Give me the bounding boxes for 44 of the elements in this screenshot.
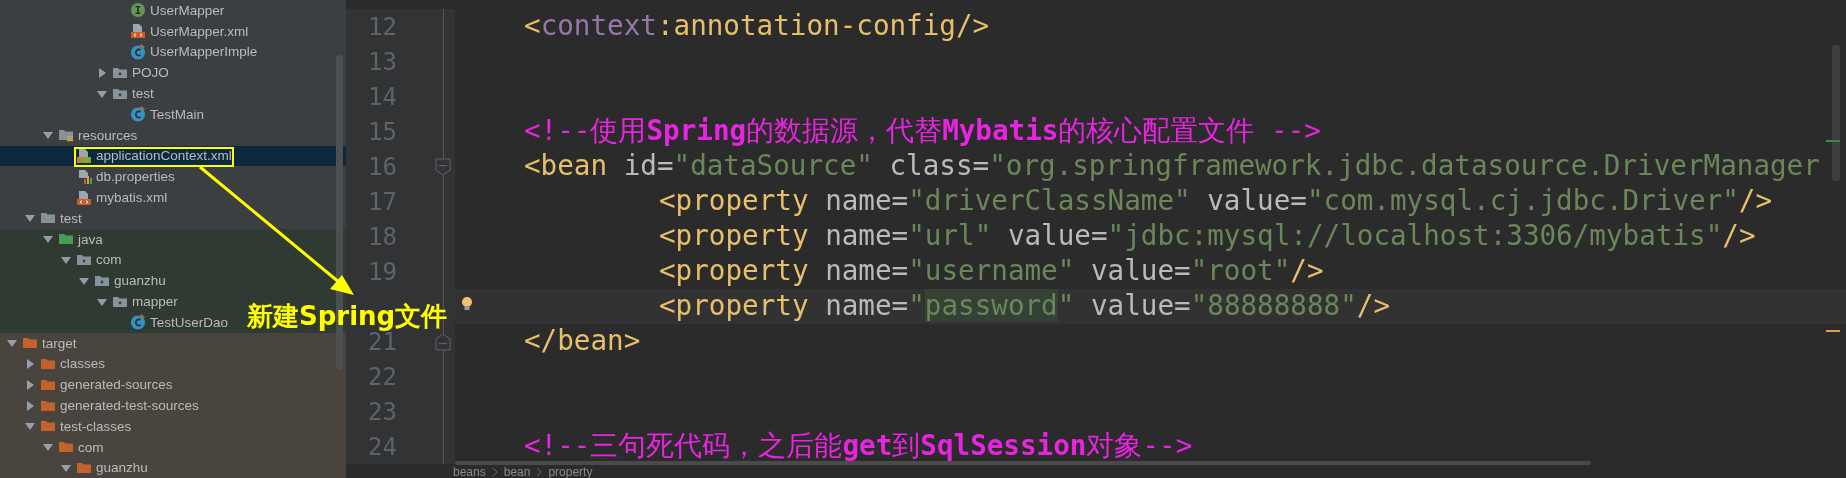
code-line: <property name="username" value="root"/> — [659, 257, 1324, 286]
expanded-arrow-icon[interactable] — [24, 421, 35, 432]
expanded-arrow-icon[interactable] — [60, 462, 71, 473]
breadcrumb-item[interactable]: beans — [453, 464, 486, 478]
class-icon — [130, 44, 146, 60]
chevron-icon — [491, 467, 498, 476]
expanded-arrow-icon[interactable] — [42, 130, 53, 141]
code-line: <!--使用Spring的数据源，代替Mybatis的核心配置文件 --> — [524, 117, 1321, 146]
collapsed-arrow-icon[interactable] — [24, 358, 35, 369]
fold-marker-icon[interactable] — [435, 157, 451, 176]
lightbulb-icon[interactable] — [461, 296, 473, 312]
code-line: <context:annotation-config/> — [524, 12, 990, 41]
change-marker[interactable] — [1826, 140, 1840, 142]
warning-marker[interactable] — [1826, 330, 1840, 332]
chevron-icon — [536, 467, 543, 476]
properties-file-icon — [76, 168, 92, 185]
expanded-arrow-icon[interactable] — [6, 338, 17, 349]
interface-icon — [130, 2, 146, 19]
collapsed-arrow-icon[interactable] — [24, 379, 35, 390]
code-line: <!--三句死代码，之后能get到SqlSession对象--> — [524, 432, 1193, 461]
expanded-arrow-icon[interactable] — [78, 275, 89, 286]
breadcrumb-item[interactable]: bean — [503, 464, 531, 478]
expanded-arrow-icon[interactable] — [96, 296, 107, 307]
resources-folder-icon — [58, 127, 74, 144]
spring-xml-file-icon — [76, 147, 92, 164]
expanded-arrow-icon[interactable] — [96, 88, 107, 99]
class-icon — [130, 106, 146, 123]
code-line: <bean id="dataSource" class="org.springframework.jdbc.datasource.DriverManager — [524, 152, 1820, 181]
vertical-scrollbar-thumb[interactable] — [1832, 45, 1840, 181]
xml-file-icon — [76, 189, 92, 206]
expanded-arrow-icon[interactable] — [24, 213, 35, 224]
breadcrumb-item[interactable]: property — [548, 464, 593, 478]
code-line: <property name="driverClassName" value="com.mysql.cj.jdbc.Driver"/> — [659, 187, 1773, 216]
expanded-arrow-icon[interactable] — [42, 442, 53, 453]
code-line: <property name="password" value="88888888"/> — [659, 292, 1391, 321]
collapsed-arrow-icon[interactable] — [96, 67, 107, 78]
collapsed-arrow-icon[interactable] — [24, 400, 35, 411]
fold-marker-icon[interactable] — [435, 332, 451, 351]
expanded-arrow-icon[interactable] — [42, 234, 53, 245]
expanded-arrow-icon[interactable] — [60, 254, 71, 265]
code-line: </bean> — [524, 327, 641, 356]
class-icon — [130, 314, 146, 331]
xml-file-icon — [130, 23, 146, 40]
code-line: <property name="url" value="jdbc:mysql://localhost:3306/mybatis"/> — [659, 222, 1756, 251]
